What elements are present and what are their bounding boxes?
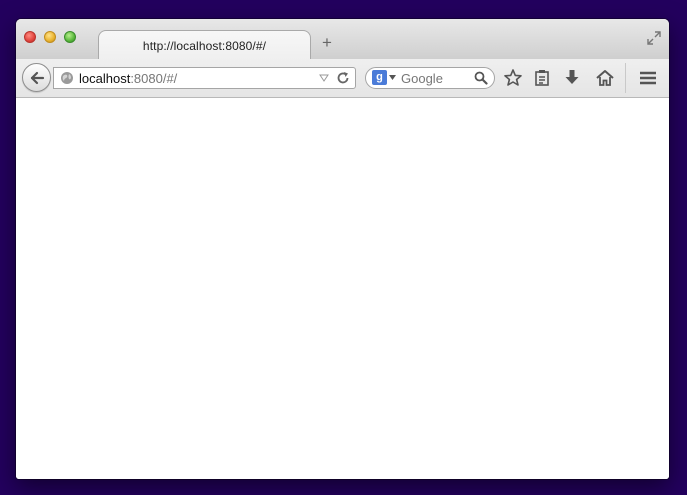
nav-toolbar: localhost:8080/#/ g Google: [16, 59, 669, 98]
zoom-window-button[interactable]: [64, 31, 76, 43]
globe-icon: [61, 72, 73, 84]
url-path: :8080/#/: [130, 71, 178, 86]
url-bar[interactable]: localhost:8080/#/: [53, 67, 356, 89]
url-text: localhost:8080/#/: [79, 71, 177, 86]
tab-active[interactable]: http://localhost:8080/#/: [98, 30, 311, 60]
download-icon[interactable]: [562, 68, 582, 88]
search-engine-icon[interactable]: g: [372, 70, 387, 85]
toolbar-separator: [625, 63, 626, 93]
new-tab-button[interactable]: +: [319, 34, 335, 51]
back-button[interactable]: [22, 63, 51, 92]
arrow-left-icon: [30, 71, 45, 85]
search-icon[interactable]: [474, 71, 488, 85]
chevron-down-icon[interactable]: [389, 75, 396, 80]
title-bar: http://localhost:8080/#/ +: [16, 19, 669, 60]
hamburger-icon[interactable]: [638, 68, 658, 88]
home-icon[interactable]: [595, 68, 615, 88]
fullscreen-icon[interactable]: [646, 30, 662, 46]
url-host: localhost: [79, 71, 131, 86]
history-dropdown-icon[interactable]: [319, 73, 329, 83]
tab-title: http://localhost:8080/#/: [142, 39, 267, 53]
star-icon[interactable]: [503, 68, 523, 88]
close-window-button[interactable]: [24, 31, 36, 43]
page-content: [16, 98, 669, 479]
search-bar[interactable]: g Google: [365, 67, 495, 89]
minimize-window-button[interactable]: [44, 31, 56, 43]
browser-window: http://localhost:8080/#/ + localhost:808…: [16, 19, 669, 479]
reload-icon[interactable]: [336, 71, 350, 85]
clipboard-icon[interactable]: [532, 68, 552, 88]
search-input[interactable]: Google: [401, 71, 443, 86]
